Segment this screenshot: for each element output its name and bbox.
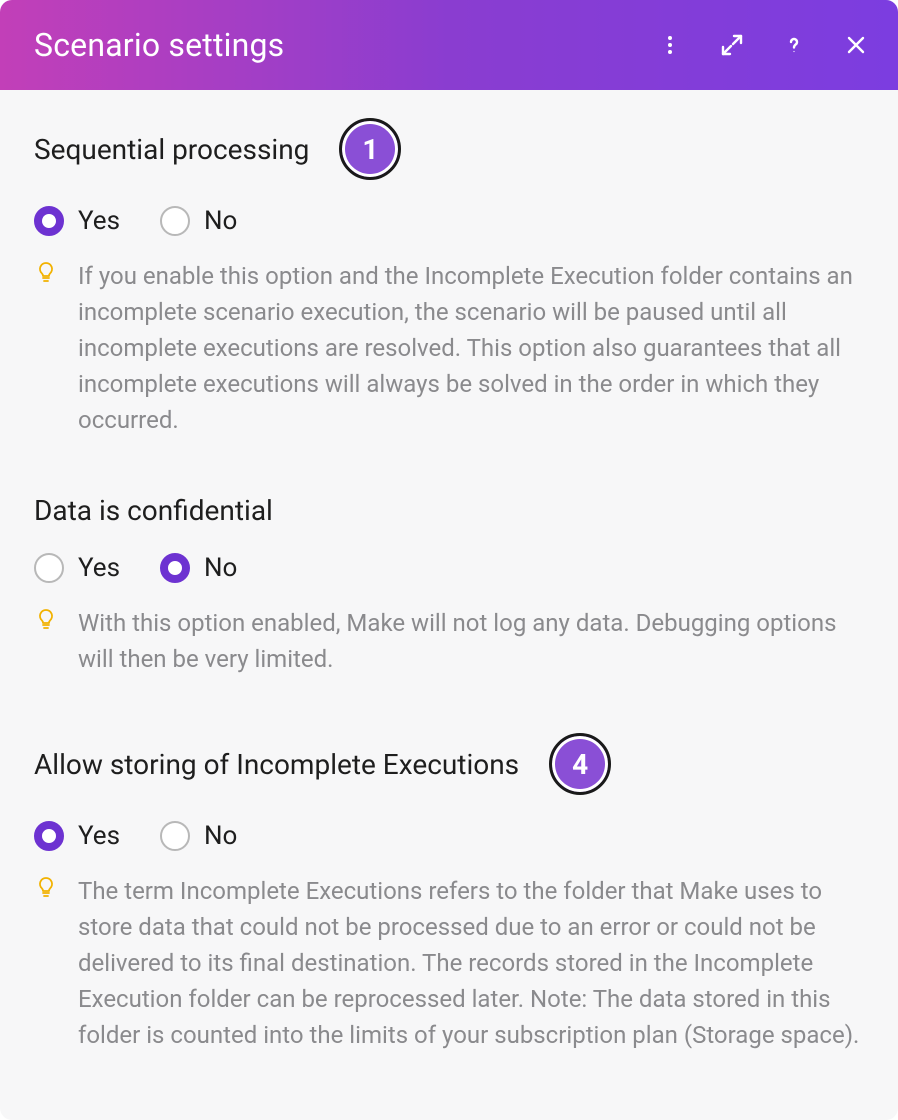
dialog-body[interactable]: Sequential processing 1 Yes No — [0, 90, 898, 1120]
radio-label: Yes — [78, 206, 120, 236]
expand-icon[interactable] — [718, 31, 746, 59]
radio-indicator-icon — [160, 206, 190, 236]
settings-dialog: Scenario settings Sequent — [0, 0, 898, 1120]
step-badge-number: 1 — [362, 133, 378, 166]
setting-title-row: Allow storing of Incomplete Executions 4 — [34, 733, 864, 795]
dialog-header: Scenario settings — [0, 0, 898, 90]
setting-title: Data is confidential — [34, 494, 273, 527]
hint-text: With this option enabled, Make will not … — [78, 605, 864, 677]
radio-group: Yes No — [34, 821, 864, 851]
radio-label: No — [204, 821, 237, 851]
radio-label: No — [204, 206, 237, 236]
lightbulb-icon — [34, 260, 60, 286]
step-badge: 1 — [339, 118, 401, 180]
hint-text: If you enable this option and the Incomp… — [78, 258, 864, 438]
radio-indicator-icon — [34, 206, 64, 236]
hint: If you enable this option and the Incomp… — [34, 258, 864, 438]
header-actions — [656, 31, 870, 59]
setting-title-row: Data is confidential — [34, 494, 864, 527]
setting-title: Sequential processing — [34, 133, 309, 166]
radio-indicator-icon — [34, 553, 64, 583]
radio-no[interactable]: No — [160, 553, 237, 583]
radio-group: Yes No — [34, 206, 864, 236]
setting-sequential-processing: Sequential processing 1 Yes No — [34, 118, 864, 438]
step-badge: 4 — [549, 733, 611, 795]
radio-indicator-icon — [160, 821, 190, 851]
radio-yes[interactable]: Yes — [34, 206, 120, 236]
radio-yes[interactable]: Yes — [34, 821, 120, 851]
radio-indicator-icon — [160, 553, 190, 583]
setting-allow-incomplete-executions: Allow storing of Incomplete Executions 4… — [34, 733, 864, 1053]
setting-title-row: Sequential processing 1 — [34, 118, 864, 180]
radio-label: Yes — [78, 821, 120, 851]
step-badge-number: 4 — [572, 748, 588, 781]
hint: The term Incomplete Executions refers to… — [34, 873, 864, 1053]
radio-label: No — [204, 553, 237, 583]
radio-indicator-icon — [34, 821, 64, 851]
help-icon[interactable] — [780, 31, 808, 59]
radio-yes[interactable]: Yes — [34, 553, 120, 583]
radio-no[interactable]: No — [160, 206, 237, 236]
hint-text: The term Incomplete Executions refers to… — [78, 873, 864, 1053]
hint: With this option enabled, Make will not … — [34, 605, 864, 677]
dialog-title: Scenario settings — [34, 26, 284, 64]
more-icon[interactable] — [656, 31, 684, 59]
radio-group: Yes No — [34, 553, 864, 583]
lightbulb-icon — [34, 875, 60, 901]
close-icon[interactable] — [842, 31, 870, 59]
radio-no[interactable]: No — [160, 821, 237, 851]
lightbulb-icon — [34, 607, 60, 633]
setting-data-confidential: Data is confidential Yes No — [34, 494, 864, 677]
setting-title: Allow storing of Incomplete Executions — [34, 748, 519, 781]
radio-label: Yes — [78, 553, 120, 583]
